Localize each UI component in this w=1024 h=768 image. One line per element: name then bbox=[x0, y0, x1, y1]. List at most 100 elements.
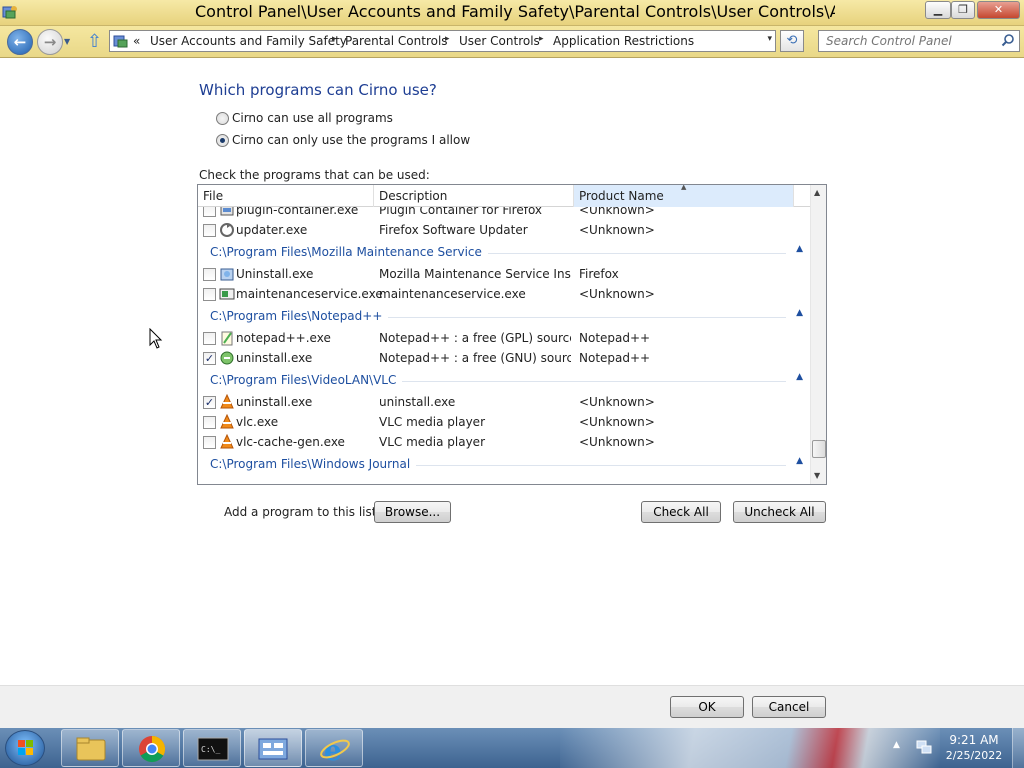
taskbar: C:\_ e ▲ 9:21 AM 2/25/2022 bbox=[0, 728, 1024, 768]
show-hidden-icons-button[interactable]: ▲ bbox=[893, 740, 900, 750]
scroll-down-icon[interactable]: ▼ bbox=[814, 471, 820, 480]
address-dropdown-icon[interactable]: ▾ bbox=[767, 34, 772, 44]
vertical-scrollbar[interactable]: ▲ ▼ bbox=[810, 185, 826, 484]
program-checkbox[interactable] bbox=[203, 436, 216, 449]
program-checkbox[interactable]: ✓ bbox=[203, 352, 216, 365]
title-bar: Control Panel\User Accounts and Family S… bbox=[0, 0, 1024, 26]
group-header[interactable]: C:\Program Files\Notepad++ ▲ bbox=[198, 305, 810, 327]
list-item[interactable]: ✓ uninstall.exe uninstall.exe <Unknown> bbox=[198, 392, 810, 412]
file-name: vlc.exe bbox=[236, 415, 279, 429]
list-item[interactable]: plugin-container.exe Plugin Container for… bbox=[198, 207, 810, 220]
file-description: maintenanceservice.exe bbox=[379, 287, 526, 301]
file-name: vlc-cache-gen.exe bbox=[236, 435, 345, 449]
search-input[interactable] bbox=[819, 31, 999, 51]
browse-button[interactable]: Browse... bbox=[374, 501, 451, 523]
collapse-group-icon[interactable]: ▲ bbox=[796, 372, 803, 382]
forward-button[interactable]: → bbox=[37, 29, 63, 55]
program-checkbox[interactable] bbox=[203, 416, 216, 429]
minimize-button[interactable]: ▁ bbox=[925, 1, 951, 19]
list-item[interactable]: ✓ uninstall.exe Notepad++ : a free (GNU) s… bbox=[198, 348, 810, 368]
list-item[interactable]: Uninstall.exe Mozilla Maintenance Service… bbox=[198, 264, 810, 284]
list-item[interactable]: vlc-cache-gen.exe VLC media player <Unknow… bbox=[198, 432, 810, 452]
program-checkbox[interactable] bbox=[203, 268, 216, 281]
program-checkbox[interactable]: ✓ bbox=[203, 396, 216, 409]
ok-button[interactable]: OK bbox=[670, 696, 744, 718]
collapse-group-icon[interactable]: ▲ bbox=[796, 244, 803, 254]
start-button[interactable] bbox=[5, 730, 45, 766]
cmd-icon: C:\_ bbox=[197, 737, 229, 761]
search-box[interactable] bbox=[818, 30, 1020, 52]
check-all-button[interactable]: Check All bbox=[641, 501, 721, 523]
program-list[interactable]: File Description Product Name ▲ plugin-c… bbox=[197, 184, 827, 485]
group-header[interactable]: C:\Program Files\Mozilla Maintenance Ser… bbox=[198, 241, 810, 263]
chrome-icon bbox=[139, 735, 166, 763]
breadcrumb-application-restrictions[interactable]: Application Restrictions bbox=[553, 34, 694, 48]
up-level-icon[interactable]: ⇧ bbox=[87, 31, 102, 52]
product-name: <Unknown> bbox=[579, 223, 655, 237]
program-checkbox[interactable] bbox=[203, 224, 216, 237]
taskbar-internet-explorer[interactable]: e bbox=[305, 729, 363, 767]
taskbar-explorer[interactable] bbox=[61, 729, 119, 767]
group-header[interactable]: C:\Program Files\VideoLAN\VLC ▲ bbox=[198, 369, 810, 391]
maximize-button[interactable]: ❐ bbox=[951, 1, 975, 19]
scrollbar-thumb[interactable] bbox=[812, 440, 826, 458]
show-desktop-button[interactable] bbox=[1012, 728, 1024, 768]
group-header[interactable]: C:\Program Files\Windows Journal ▲ bbox=[198, 453, 810, 475]
breadcrumb-overflow[interactable]: « bbox=[133, 34, 140, 48]
radio-all-programs-label[interactable]: Cirno can use all programs bbox=[232, 111, 393, 125]
sort-ascending-icon: ▲ bbox=[681, 184, 687, 191]
cancel-button[interactable]: Cancel bbox=[752, 696, 826, 718]
radio-allowed-programs-label[interactable]: Cirno can only use the programs I allow bbox=[232, 133, 470, 147]
refresh-button[interactable]: ⟲ bbox=[780, 30, 804, 52]
breadcrumb-user-controls[interactable]: User Controls bbox=[459, 34, 540, 48]
product-name: <Unknown> bbox=[579, 207, 655, 217]
file-description: uninstall.exe bbox=[379, 395, 456, 409]
address-bar[interactable]: « User Accounts and Family Safety ▸ Pare… bbox=[109, 30, 776, 52]
program-checkbox[interactable] bbox=[203, 288, 216, 301]
group-path: C:\Program Files\Mozilla Maintenance Ser… bbox=[210, 245, 488, 259]
control-panel-icon[interactable] bbox=[2, 4, 18, 20]
list-item[interactable]: updater.exe Firefox Software Updater <Unkn… bbox=[198, 220, 810, 240]
list-item[interactable]: vlc.exe VLC media player <Unknown> bbox=[198, 412, 810, 432]
breadcrumb-separator-icon[interactable]: ▸ bbox=[332, 34, 337, 44]
search-icon[interactable] bbox=[1001, 33, 1015, 47]
control-panel-icon bbox=[113, 35, 128, 48]
collapse-group-icon[interactable]: ▲ bbox=[796, 456, 803, 466]
dialog-footer: OK Cancel bbox=[0, 685, 1024, 728]
program-list-label: Check the programs that can be used: bbox=[199, 168, 430, 182]
radio-allowed-programs[interactable] bbox=[216, 134, 229, 147]
breadcrumb-parental-controls[interactable]: Parental Controls bbox=[345, 34, 448, 48]
file-name: plugin-container.exe bbox=[236, 207, 359, 217]
clock[interactable]: 9:21 AM 2/25/2022 bbox=[944, 732, 1004, 764]
column-header-file[interactable]: File bbox=[198, 185, 374, 207]
list-item[interactable]: notepad++.exe Notepad++ : a free (GPL) so… bbox=[198, 328, 810, 348]
folder-icon bbox=[76, 737, 106, 761]
breadcrumb-separator-icon[interactable]: ▸ bbox=[539, 34, 544, 44]
collapse-group-icon[interactable]: ▲ bbox=[796, 308, 803, 318]
recent-pages-dropdown-icon[interactable]: ▼ bbox=[64, 37, 70, 46]
column-header-description[interactable]: Description bbox=[374, 185, 574, 207]
clock-time: 9:21 AM bbox=[949, 733, 999, 747]
radio-all-programs[interactable] bbox=[216, 112, 229, 125]
taskbar-chrome[interactable] bbox=[122, 729, 180, 767]
product-name: <Unknown> bbox=[579, 435, 655, 449]
file-name: Uninstall.exe bbox=[236, 267, 314, 281]
breadcrumb-separator-icon[interactable]: ▸ bbox=[445, 34, 450, 44]
vlc-icon bbox=[220, 394, 234, 409]
installer-icon bbox=[220, 268, 234, 281]
uncheck-all-button[interactable]: Uncheck All bbox=[733, 501, 826, 523]
close-button[interactable]: ✕ bbox=[977, 1, 1020, 19]
group-path: C:\Program Files\Windows Journal bbox=[210, 457, 417, 471]
file-description: Plugin Container for Firefox bbox=[379, 207, 543, 217]
taskbar-cmd[interactable]: C:\_ bbox=[183, 729, 241, 767]
back-button[interactable]: ← bbox=[7, 29, 33, 55]
program-checkbox[interactable] bbox=[203, 332, 216, 345]
program-checkbox[interactable] bbox=[203, 207, 216, 217]
network-icon[interactable] bbox=[915, 738, 933, 756]
windows-logo-icon bbox=[18, 740, 33, 755]
scroll-up-icon[interactable]: ▲ bbox=[814, 188, 820, 197]
taskbar-control-panel[interactable] bbox=[244, 729, 302, 767]
list-item[interactable]: maintenanceservice.exe maintenanceservice… bbox=[198, 284, 810, 304]
file-description: Mozilla Maintenance Service Insta... bbox=[379, 267, 571, 281]
breadcrumb-user-accounts[interactable]: User Accounts and Family Safety bbox=[150, 34, 347, 48]
